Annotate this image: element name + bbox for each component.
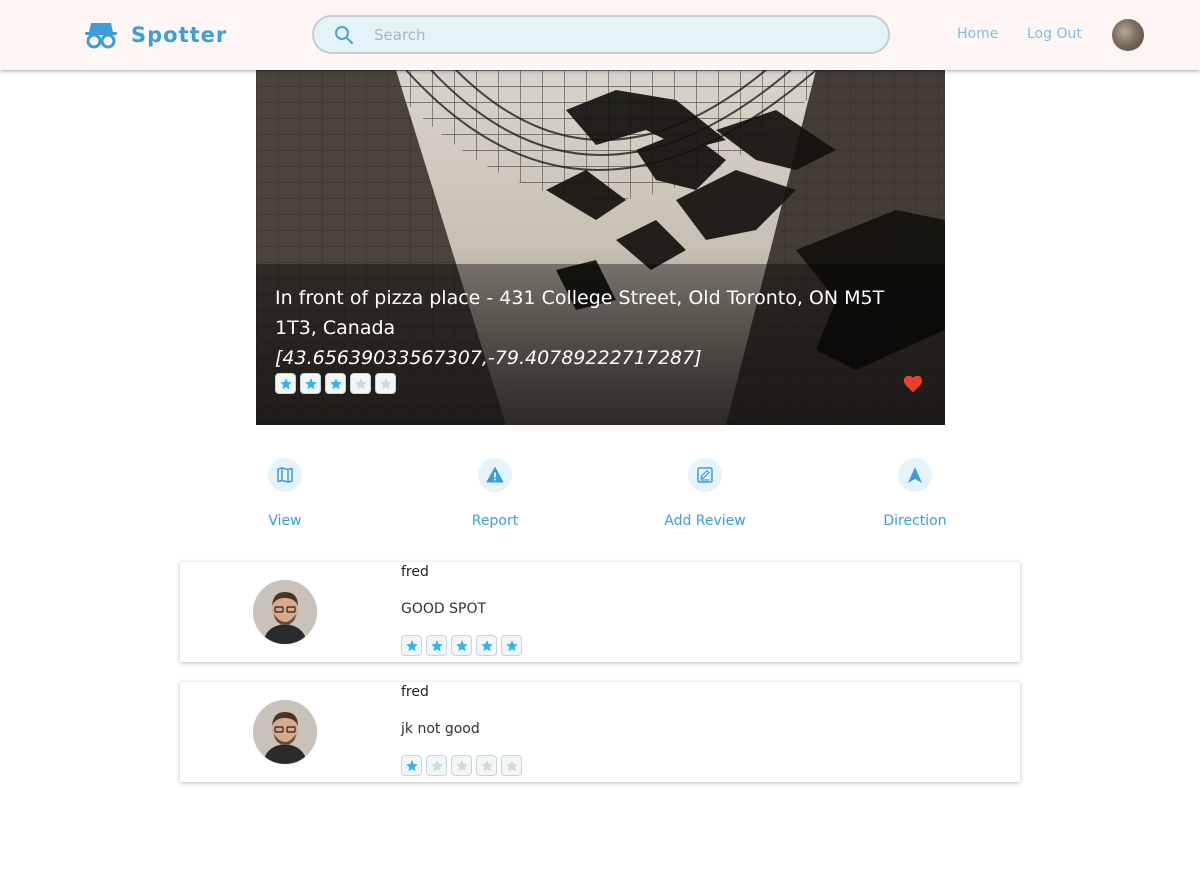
star-empty-icon bbox=[426, 755, 447, 776]
direction-label: Direction bbox=[883, 513, 947, 529]
star-filled-icon bbox=[401, 635, 422, 656]
brand-name: Spotter bbox=[131, 23, 228, 47]
star-filled-icon bbox=[300, 373, 321, 394]
star-filled-icon bbox=[501, 635, 522, 656]
map-icon bbox=[277, 467, 293, 483]
star-empty-icon bbox=[476, 755, 497, 776]
star-empty-icon bbox=[375, 373, 396, 394]
search-bar[interactable] bbox=[312, 15, 890, 54]
add-review-label: Add Review bbox=[664, 513, 746, 529]
direction-button[interactable]: Direction bbox=[855, 458, 975, 529]
search-icon bbox=[335, 25, 354, 44]
logo[interactable]: Spotter bbox=[84, 20, 227, 50]
review-text: jk not good bbox=[401, 721, 480, 737]
review-author: fred bbox=[401, 684, 429, 700]
warning-icon bbox=[486, 467, 504, 483]
star-filled-icon bbox=[401, 755, 422, 776]
view-button[interactable]: View bbox=[225, 458, 345, 529]
review-rating bbox=[401, 635, 522, 656]
add-review-button[interactable]: Add Review bbox=[645, 458, 765, 529]
user-avatar[interactable] bbox=[1112, 19, 1144, 51]
star-filled-icon bbox=[451, 635, 472, 656]
star-empty-icon bbox=[350, 373, 371, 394]
reviewer-avatar[interactable] bbox=[253, 700, 317, 764]
nav-home-link[interactable]: Home bbox=[957, 26, 998, 42]
reviewer-avatar[interactable] bbox=[253, 580, 317, 644]
star-filled-icon bbox=[325, 373, 346, 394]
spot-address: In front of pizza place - 431 College St… bbox=[275, 287, 885, 339]
report-button[interactable]: Report bbox=[435, 458, 555, 529]
star-filled-icon bbox=[476, 635, 497, 656]
report-label: Report bbox=[471, 513, 519, 529]
favorite-heart-icon[interactable] bbox=[902, 373, 924, 395]
view-label: View bbox=[268, 513, 302, 529]
review-card: fred GOOD SPOT bbox=[180, 562, 1020, 662]
review-text: GOOD SPOT bbox=[401, 601, 487, 617]
navigation-arrow-icon bbox=[908, 467, 922, 483]
spot-coordinates: [43.65639033567307,-79.40789222717287] bbox=[275, 347, 702, 369]
top-navbar: Spotter Home Log Out bbox=[0, 0, 1200, 70]
star-empty-icon bbox=[501, 755, 522, 776]
spot-hero-image: In front of pizza place - 431 College St… bbox=[256, 70, 945, 425]
star-filled-icon bbox=[426, 635, 447, 656]
search-input[interactable] bbox=[372, 24, 856, 45]
spy-logo-icon bbox=[85, 23, 117, 49]
spot-rating bbox=[275, 373, 396, 394]
star-empty-icon bbox=[451, 755, 472, 776]
review-rating bbox=[401, 755, 522, 776]
review-author: fred bbox=[401, 564, 429, 580]
edit-icon bbox=[697, 467, 713, 483]
review-card: fred jk not good bbox=[180, 682, 1020, 782]
nav-logout-link[interactable]: Log Out bbox=[1027, 26, 1082, 42]
star-filled-icon bbox=[275, 373, 296, 394]
